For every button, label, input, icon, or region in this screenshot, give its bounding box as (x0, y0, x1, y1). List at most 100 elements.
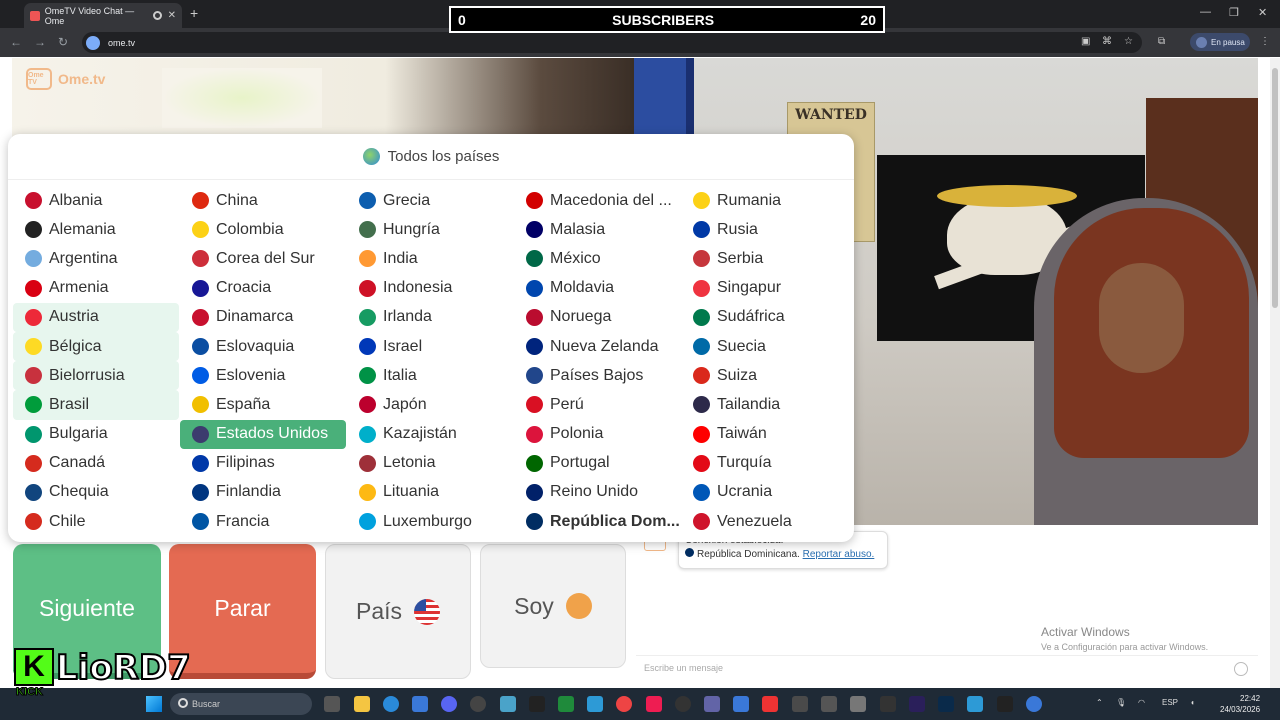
country-option[interactable]: Bielorrusia (13, 361, 179, 391)
minimize-button[interactable]: — (1200, 6, 1211, 18)
country-option[interactable]: Bélgica (13, 331, 179, 362)
app-icon[interactable] (821, 696, 837, 712)
country-option[interactable]: Filipinas (180, 449, 346, 478)
report-abuse-link[interactable]: Reportar abuso. (803, 549, 875, 560)
new-tab-button[interactable]: + (190, 5, 198, 21)
taskbar-search[interactable]: Buscar (170, 693, 312, 715)
country-option[interactable]: Grecia (347, 186, 513, 215)
photoshop-icon[interactable] (938, 696, 954, 712)
country-option[interactable]: Polonia (514, 420, 680, 449)
extensions-icon[interactable]: ⧉ (1158, 36, 1165, 47)
chrome-icon[interactable] (616, 696, 632, 712)
country-option[interactable]: Singapur (681, 274, 847, 303)
country-option[interactable]: Nueva Zelanda (514, 332, 680, 361)
country-option[interactable]: Rusia (681, 215, 847, 244)
country-option[interactable]: Bulgaria (13, 420, 179, 449)
country-option[interactable]: Israel (347, 332, 513, 361)
country-option[interactable]: Brasil (13, 390, 179, 420)
windows-start-icon[interactable] (146, 696, 162, 712)
country-option[interactable]: Portugal (514, 449, 680, 478)
teams-icon[interactable] (704, 696, 720, 712)
stop-button[interactable]: Parar (169, 544, 316, 679)
file-explorer-icon[interactable] (354, 696, 370, 712)
chat-input[interactable]: Escribe un mensaje (636, 655, 1258, 680)
site-info-icon[interactable] (86, 35, 100, 50)
country-option[interactable]: Hungría (347, 215, 513, 244)
premiere-icon[interactable] (909, 696, 925, 712)
country-option[interactable]: Austria (13, 302, 179, 332)
taskbar-clock[interactable]: 22:42 24/03/2026 (1220, 693, 1260, 715)
country-option[interactable]: Chile (13, 507, 179, 536)
menu-kebab-icon[interactable]: ⋮ (1260, 36, 1270, 47)
maximize-button[interactable]: ❐ (1229, 6, 1239, 19)
country-option[interactable]: Irlanda (347, 303, 513, 332)
country-option[interactable]: Serbia (681, 244, 847, 273)
edge-icon[interactable] (383, 696, 399, 712)
country-option[interactable]: Eslovenia (180, 361, 346, 390)
country-option[interactable]: Tailandia (681, 390, 847, 419)
country-option[interactable]: Perú (514, 390, 680, 419)
emoji-icon[interactable] (1234, 662, 1248, 676)
country-option[interactable]: Sudáfrica (681, 303, 847, 332)
country-option[interactable]: Albania (13, 186, 179, 215)
country-option[interactable]: Luxemburgo (347, 507, 513, 536)
country-option[interactable]: Macedonia del ... (514, 186, 680, 215)
app-icon[interactable] (500, 696, 516, 712)
country-option[interactable]: Estados Unidos (180, 419, 346, 449)
country-option[interactable]: Indonesia (347, 274, 513, 303)
country-option[interactable]: Turquía (681, 449, 847, 478)
wifi-icon[interactable]: ◠ (1138, 698, 1145, 707)
country-option[interactable]: Rumania (681, 186, 847, 215)
country-option[interactable]: Reino Unido (514, 478, 680, 507)
speaker-icon[interactable]: ◖ (1190, 698, 1195, 707)
country-option[interactable]: Croacia (180, 274, 346, 303)
scrollbar-thumb[interactable] (1272, 68, 1278, 308)
app-icon[interactable] (850, 696, 866, 712)
app-icon[interactable] (733, 696, 749, 712)
country-option[interactable]: Armenia (13, 274, 179, 303)
back-icon[interactable]: ← (10, 35, 22, 49)
country-option[interactable]: Eslovaquia (180, 332, 346, 361)
all-countries-option[interactable]: Todos los países (8, 134, 854, 180)
country-option[interactable]: República Dom... (514, 507, 680, 536)
country-option[interactable]: Colombia (180, 215, 346, 244)
epic-games-icon[interactable] (529, 696, 545, 712)
reload-icon[interactable]: ↻ (58, 35, 68, 49)
close-window-button[interactable]: ✕ (1258, 6, 1267, 19)
country-option[interactable]: Corea del Sur (180, 244, 346, 273)
bookmark-star-icon[interactable]: ☆ (1124, 36, 1133, 47)
country-option[interactable]: Letonia (347, 449, 513, 478)
country-option[interactable]: Argentina (13, 244, 179, 273)
country-option[interactable]: Francia (180, 507, 346, 536)
country-option[interactable]: Alemania (13, 215, 179, 244)
country-option[interactable]: Suiza (681, 361, 847, 390)
capcut-icon[interactable] (997, 696, 1013, 712)
country-option[interactable]: China (180, 186, 346, 215)
country-option[interactable]: Suecia (681, 332, 847, 361)
country-option[interactable]: Países Bajos (514, 361, 680, 390)
translate-icon[interactable]: ⌘ (1102, 36, 1112, 47)
cast-icon[interactable]: ▣ (1081, 36, 1090, 47)
page-scrollbar[interactable] (1270, 58, 1280, 688)
url-field[interactable]: ome.tv (82, 32, 1142, 53)
profile-paused-chip[interactable]: En pausa (1190, 33, 1250, 51)
app-icon[interactable] (558, 696, 574, 712)
discord-icon[interactable] (441, 696, 457, 712)
country-option[interactable]: España (180, 390, 346, 419)
app-icon[interactable] (762, 696, 778, 712)
app-icon[interactable] (880, 696, 896, 712)
country-option[interactable]: Kazajistán (347, 420, 513, 449)
close-tab-icon[interactable]: ✕ (168, 10, 176, 21)
task-view-icon[interactable] (324, 696, 340, 712)
gender-button[interactable]: Soy (480, 544, 626, 668)
browser-tab[interactable]: OmeTV Video Chat — Ome ✕ (24, 3, 182, 28)
country-option[interactable]: Ucrania (681, 478, 847, 507)
app-icon[interactable] (675, 696, 691, 712)
language-indicator[interactable]: ESP (1162, 698, 1178, 707)
app-icon[interactable] (587, 696, 603, 712)
country-option[interactable]: Italia (347, 361, 513, 390)
app-icon[interactable] (1026, 696, 1042, 712)
store-icon[interactable] (412, 696, 428, 712)
obs-icon[interactable] (470, 696, 486, 712)
country-option[interactable]: Venezuela (681, 507, 847, 536)
